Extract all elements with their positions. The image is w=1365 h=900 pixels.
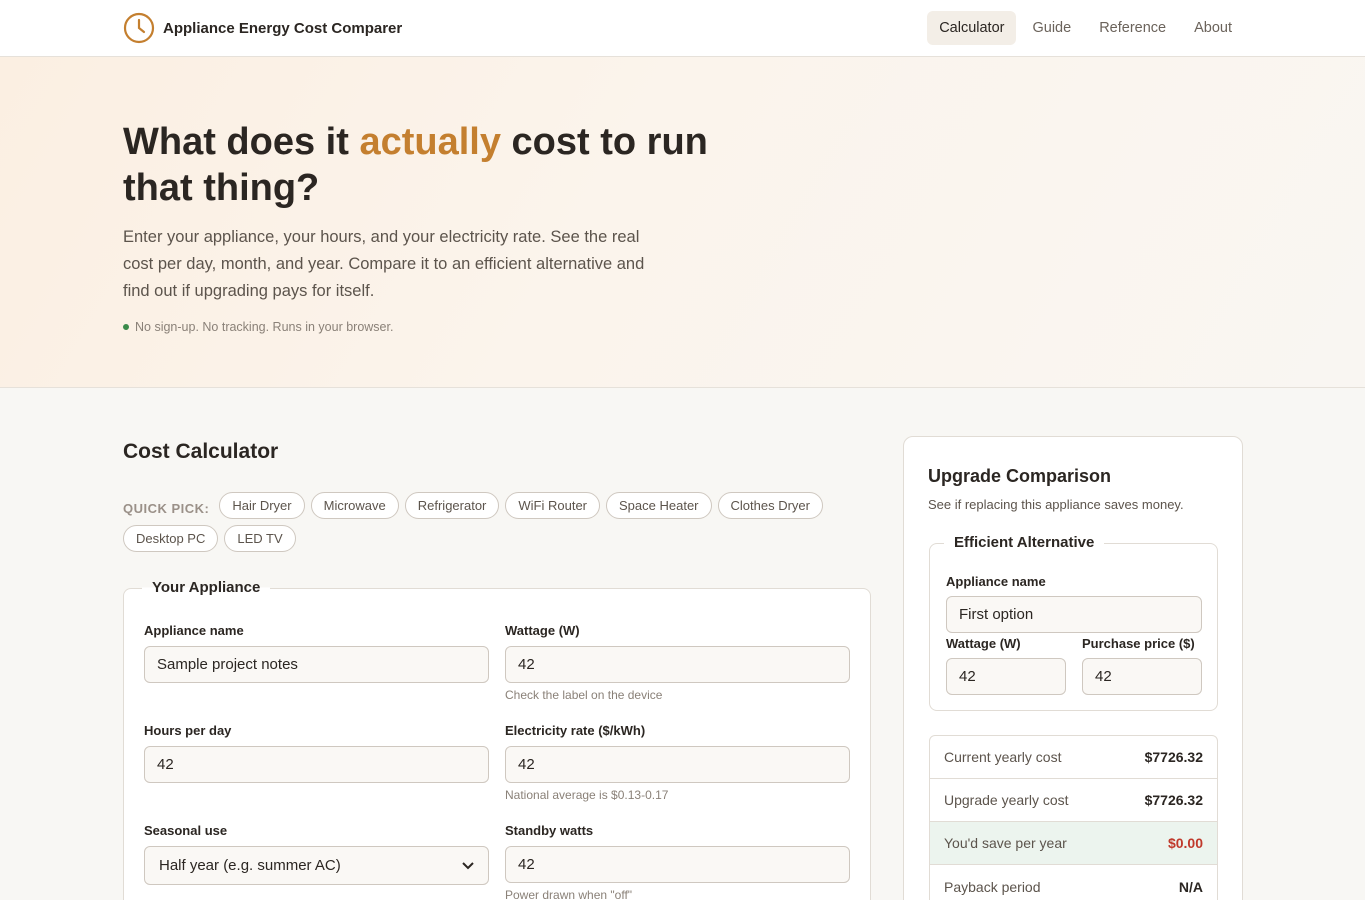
result-label: Current yearly cost <box>944 749 1062 765</box>
upgrade-subtitle: See if replacing this appliance saves mo… <box>928 497 1184 512</box>
top-bar: Appliance Energy Cost Comparer Calculato… <box>0 0 1365 57</box>
standby-label: Standby watts <box>505 823 594 838</box>
nav-about[interactable]: About <box>1182 11 1244 45</box>
alt-wattage-input[interactable] <box>946 658 1066 695</box>
quick-pick-led-tv[interactable]: LED TV <box>224 525 296 552</box>
appliance-name-input[interactable] <box>144 646 489 683</box>
hours-field: Hours per day <box>144 723 489 783</box>
result-row-upgrade: Upgrade yearly cost $7726.32 <box>930 779 1217 822</box>
alt-wattage-label: Wattage (W) <box>946 636 1021 651</box>
result-row-payback: Payback period N/A <box>930 865 1217 900</box>
standby-field: Standby watts Power drawn when "off" <box>505 823 850 900</box>
alternative-fieldset: Efficient Alternative Appliance name Wat… <box>929 534 1218 711</box>
seasonal-label: Seasonal use <box>144 823 228 838</box>
brand-title: Appliance Energy Cost Comparer <box>163 19 403 37</box>
result-label: You'd save per year <box>944 835 1067 851</box>
wattage-field: Wattage (W) Check the label on the devic… <box>505 623 850 702</box>
result-label: Upgrade yearly cost <box>944 792 1069 808</box>
hero-subtitle: Enter your appliance, your hours, and yo… <box>123 228 645 300</box>
alt-price-input[interactable] <box>1082 658 1202 695</box>
brand[interactable]: Appliance Energy Cost Comparer <box>123 12 402 44</box>
result-label: Payback period <box>944 878 1041 895</box>
alt-name-input[interactable] <box>946 596 1202 633</box>
appliance-name-label: Appliance name <box>144 623 244 638</box>
seasonal-select[interactable]: Half year (e.g. summer AC) <box>144 846 489 885</box>
quick-pick-bar: QUICK PICK: Hair Dryer Microwave Refrige… <box>123 492 843 558</box>
quick-pick-label: QUICK PICK: <box>123 501 210 516</box>
upgrade-panel: Upgrade Comparison See if replacing this… <box>903 436 1243 900</box>
appliance-name-field: Appliance name <box>144 623 489 683</box>
quick-pick-desktop-pc[interactable]: Desktop PC <box>123 525 219 552</box>
standby-input[interactable] <box>505 846 850 883</box>
rate-hint: National average is $0.13-0.17 <box>505 788 669 802</box>
alt-name-label: Appliance name <box>946 574 1046 589</box>
wattage-label: Wattage (W) <box>505 623 580 638</box>
upgrade-title: Upgrade Comparison <box>928 466 1112 486</box>
result-value: $7726.32 <box>1144 792 1203 808</box>
quick-pick-space-heater[interactable]: Space Heater <box>606 492 712 519</box>
quick-pick-refrigerator[interactable]: Refrigerator <box>404 492 500 519</box>
wattage-hint: Check the label on the device <box>505 688 663 702</box>
rate-input[interactable] <box>505 746 850 783</box>
privacy-note-text: No sign-up. No tracking. Runs in your br… <box>135 320 394 334</box>
alternative-legend: Efficient Alternative <box>944 534 1105 551</box>
quick-pick-clothes-dryer[interactable]: Clothes Dryer <box>717 492 823 519</box>
nav-guide[interactable]: Guide <box>1020 11 1083 45</box>
seasonal-field: Seasonal use Half year (e.g. summer AC) <box>144 823 489 885</box>
alt-price-label: Purchase price ($) <box>1082 636 1195 651</box>
appliance-legend: Your Appliance <box>142 579 271 596</box>
clock-icon <box>123 12 155 44</box>
rate-field: Electricity rate ($/kWh) National averag… <box>505 723 850 802</box>
result-row-savings: You'd save per year $0.00 <box>930 822 1217 865</box>
quick-pick-microwave[interactable]: Microwave <box>310 492 399 519</box>
main-nav: Calculator Guide Reference About <box>923 11 1244 45</box>
result-value: $0.00 <box>1167 835 1203 851</box>
quick-pick-wifi-router[interactable]: WiFi Router <box>505 492 601 519</box>
chevron-down-icon <box>462 861 474 869</box>
result-row-current: Current yearly cost $7726.32 <box>930 736 1217 779</box>
privacy-note: No sign-up. No tracking. Runs in your br… <box>123 320 393 334</box>
wattage-input[interactable] <box>505 646 850 683</box>
rate-label: Electricity rate ($/kWh) <box>505 723 646 738</box>
hours-label: Hours per day <box>144 723 232 738</box>
standby-hint: Power drawn when "off" <box>505 888 633 900</box>
results-table: Current yearly cost $7726.32 Upgrade yea… <box>929 735 1218 900</box>
hero-title: What does it actually cost to run that t… <box>123 121 708 209</box>
calculator-title: Cost Calculator <box>123 440 279 463</box>
result-value: $7726.32 <box>1144 749 1203 765</box>
nav-reference[interactable]: Reference <box>1087 11 1178 45</box>
appliance-fieldset: Your Appliance Appliance name Wattage (W… <box>123 579 871 900</box>
hero: What does it actually cost to run that t… <box>0 57 1365 388</box>
nav-calculator[interactable]: Calculator <box>927 11 1017 45</box>
hero-title-accent: actually <box>359 121 501 163</box>
seasonal-select-value: Half year (e.g. summer AC) <box>159 857 341 874</box>
result-value: N/A <box>1178 878 1203 895</box>
quick-pick-hair-dryer[interactable]: Hair Dryer <box>219 492 305 519</box>
status-dot-icon <box>123 324 129 330</box>
hours-input[interactable] <box>144 746 489 783</box>
